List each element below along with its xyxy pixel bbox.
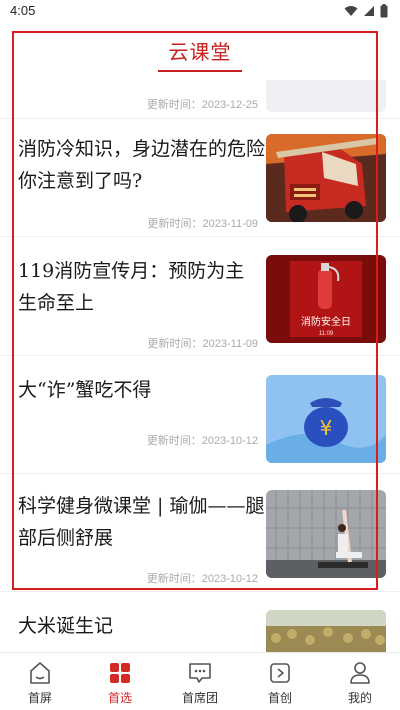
tab-label: 首选 — [107, 691, 132, 705]
article-title: 科学健身微课堂 | 瑜伽——腿部后侧舒展 — [18, 495, 265, 549]
tab-label: 首创 — [267, 691, 292, 705]
article-thumbnail — [266, 80, 386, 112]
bottom-tab-bar: 首屏 首选 首席团 首创 我的 — [0, 652, 400, 710]
update-time: 更新时间：2023-12-25 — [147, 96, 258, 112]
page-header: 云课堂 — [0, 24, 400, 80]
update-time-value: 2023-10-12 — [201, 435, 258, 447]
update-time-value: 2023-11-09 — [202, 338, 258, 350]
update-time-value: 2023-11-09 — [202, 218, 258, 230]
tab-featured[interactable]: 首选 — [80, 653, 160, 710]
battery-icon — [380, 4, 388, 18]
update-time: 更新时间：2023-11-09 — [148, 215, 258, 231]
user-icon — [350, 662, 370, 684]
status-time: 4:05 — [10, 3, 36, 18]
status-icons — [344, 4, 388, 18]
signal-icon — [364, 6, 374, 16]
chat-icon — [189, 663, 211, 683]
home-icon — [30, 662, 50, 684]
list-item[interactable]: 大米诞生记 — [0, 592, 400, 652]
fire-safety-day-date: 11.09 — [319, 331, 334, 337]
page-title: 云课堂 — [168, 40, 232, 64]
tab-label: 首屏 — [27, 691, 52, 705]
tab-create[interactable]: 首创 — [240, 653, 320, 710]
update-time-value: 2023-10-12 — [201, 573, 258, 585]
list-item[interactable]: 科学健身微课堂 | 瑜伽——腿部后侧舒展 更新时间：2023-10-12 — [0, 474, 400, 592]
fire-safety-day-text: 消防安全日 — [301, 315, 351, 328]
update-time: 更新时间：2023-10-12 — [147, 432, 258, 448]
update-time-label: 更新时间： — [146, 434, 202, 447]
status-bar: 4:05 — [0, 0, 400, 24]
tab-mine[interactable]: 我的 — [320, 653, 400, 710]
update-time-label: 更新时间： — [147, 337, 203, 350]
tab-label: 首席团 — [181, 691, 218, 705]
article-title: 119消防宣传月：预防为主 生命至上 — [18, 260, 245, 314]
list-item[interactable]: 消防冷知识，身边潜在的危险你注意到了吗? 更新时间：2023-11-09 — [0, 119, 400, 237]
update-time-label: 更新时间： — [146, 98, 202, 111]
update-time-label: 更新时间： — [147, 217, 203, 230]
article-title: 大“诈”蟹吃不得 — [18, 379, 152, 401]
article-title: 大米诞生记 — [18, 615, 114, 637]
list-item[interactable]: 更新时间：2023-12-25 — [0, 80, 400, 119]
wifi-icon — [344, 6, 358, 16]
yen-symbol: ¥ — [320, 416, 333, 440]
tab-home[interactable]: 首屏 — [0, 653, 80, 710]
fire-safety-day-thumbnail: 消防安全日 11.09 — [266, 255, 386, 343]
fire-truck-thumbnail — [266, 134, 386, 222]
yoga-thumbnail — [266, 490, 386, 578]
money-bag-thumbnail: ¥ — [266, 375, 386, 463]
article-title: 消防冷知识，身边潜在的危险你注意到了吗? — [18, 138, 266, 192]
grid-icon — [110, 663, 130, 683]
update-time: 更新时间：2023-10-12 — [147, 570, 258, 586]
list-item[interactable]: 119消防宣传月：预防为主 生命至上 更新时间：2023-11-09 消防安全日… — [0, 237, 400, 356]
update-time: 更新时间：2023-11-09 — [148, 335, 258, 351]
update-time-value: 2023-12-25 — [201, 99, 258, 111]
rice-thumbnail — [266, 610, 386, 652]
title-underline — [158, 70, 242, 72]
update-time-label: 更新时间： — [146, 572, 202, 585]
tab-chief-group[interactable]: 首席团 — [160, 653, 240, 710]
article-list[interactable]: 更新时间：2023-12-25 消防冷知识，身边潜在的危险你注意到了吗? 更新时… — [0, 80, 400, 652]
tab-label: 我的 — [347, 691, 372, 705]
list-item[interactable]: 大“诈”蟹吃不得 更新时间：2023-10-12 ¥ — [0, 356, 400, 474]
play-icon — [270, 663, 290, 683]
